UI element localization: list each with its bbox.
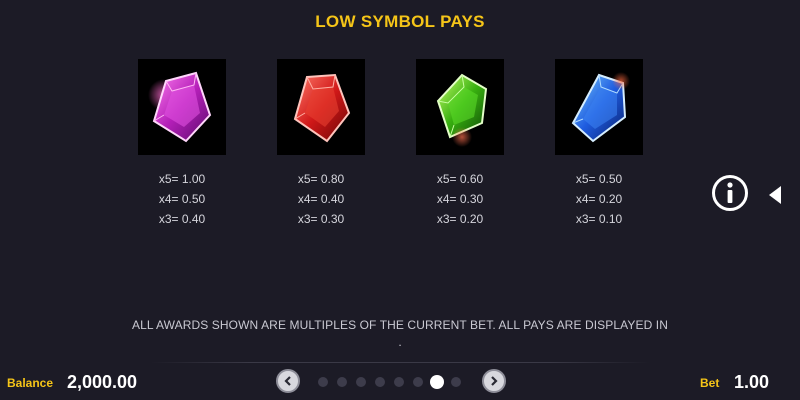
pay-x5: x5= 0.60 xyxy=(436,172,484,186)
pays-list: x5= 1.00 x4= 0.50 x3= 0.40 xyxy=(138,169,226,229)
chevron-right-icon xyxy=(491,376,498,386)
next-page-button[interactable] xyxy=(482,369,506,393)
balance-label: Balance xyxy=(7,376,54,390)
bet-label: Bet xyxy=(700,376,720,390)
symbol-tile xyxy=(416,59,504,155)
prev-page-button[interactable] xyxy=(276,369,300,393)
page-dot-8[interactable] xyxy=(451,377,461,387)
red-gem-icon xyxy=(293,73,351,143)
pay-x3: x3= 0.30 xyxy=(297,212,345,226)
balance-value: 2,000.00 xyxy=(67,372,138,392)
collapse-arrow-icon[interactable] xyxy=(769,186,781,204)
pay-x4: x4= 0.40 xyxy=(297,192,345,206)
symbol-card-blue: x5= 0.50 x4= 0.20 x3= 0.10 xyxy=(555,59,643,229)
green-gem-icon xyxy=(436,73,488,147)
page-title: LOW SYMBOL PAYS xyxy=(315,12,485,31)
chevron-left-icon xyxy=(284,376,291,386)
pay-x3: x3= 0.20 xyxy=(436,212,484,226)
symbol-tile xyxy=(277,59,365,155)
awards-note-continuation: . xyxy=(398,335,402,349)
pay-x3: x3= 0.40 xyxy=(158,212,206,226)
info-button[interactable] xyxy=(712,175,748,211)
page-indicator xyxy=(318,375,470,389)
symbol-card-green: x5= 0.60 x4= 0.30 x3= 0.20 xyxy=(416,59,504,229)
page-dot-4[interactable] xyxy=(375,377,385,387)
symbol-tile xyxy=(138,59,226,155)
page-dot-2[interactable] xyxy=(337,377,347,387)
pay-x5: x5= 0.80 xyxy=(297,172,345,186)
pays-list: x5= 0.80 x4= 0.40 x3= 0.30 xyxy=(277,169,365,229)
pay-x5: x5= 0.50 xyxy=(575,172,623,186)
pays-list: x5= 0.60 x4= 0.30 x3= 0.20 xyxy=(416,169,504,229)
divider xyxy=(150,362,650,363)
bet-value: 1.00 xyxy=(734,372,770,392)
blue-gem-icon xyxy=(571,72,630,143)
info-icon xyxy=(727,182,733,203)
page-dot-5[interactable] xyxy=(394,377,404,387)
pink-gem-icon xyxy=(148,71,212,143)
symbol-card-pink: x5= 1.00 x4= 0.50 x3= 0.40 xyxy=(138,59,226,229)
pay-x4: x4= 0.30 xyxy=(436,192,484,206)
symbol-card-red: x5= 0.80 x4= 0.40 x3= 0.30 xyxy=(277,59,365,229)
pay-x3: x3= 0.10 xyxy=(575,212,623,226)
page-dot-1[interactable] xyxy=(318,377,328,387)
page-dot-7-active[interactable] xyxy=(430,375,444,389)
page-dot-3[interactable] xyxy=(356,377,366,387)
pay-x4: x4= 0.20 xyxy=(575,192,623,206)
pays-list: x5= 0.50 x4= 0.20 x3= 0.10 xyxy=(555,169,643,229)
pay-x4: x4= 0.50 xyxy=(158,192,206,206)
pay-x5: x5= 1.00 xyxy=(158,172,206,186)
awards-note: ALL AWARDS SHOWN ARE MULTIPLES OF THE CU… xyxy=(132,318,668,332)
page-dot-6[interactable] xyxy=(413,377,423,387)
symbol-tile xyxy=(555,59,643,155)
